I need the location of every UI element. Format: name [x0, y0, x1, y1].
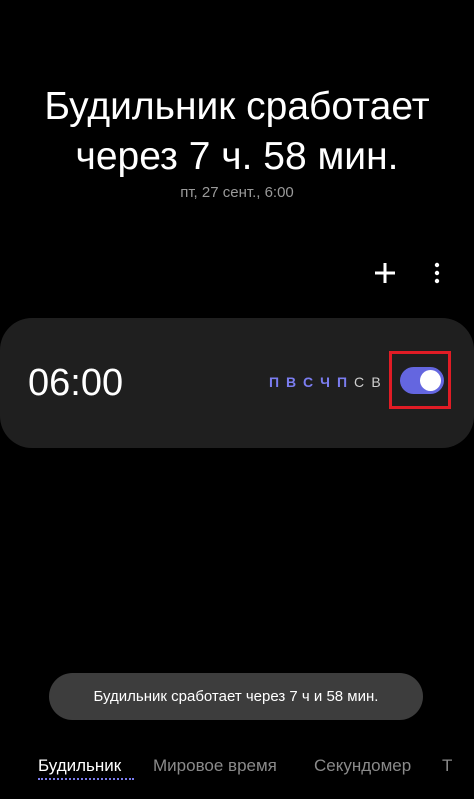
add-alarm-button[interactable] [370, 256, 400, 290]
weekday-mon: П [268, 374, 281, 390]
plus-icon [375, 263, 395, 283]
toast-message: Будильник сработает через 7 ч и 58 мин. [49, 673, 423, 720]
alarm-time: 06:00 [28, 362, 124, 404]
more-vert-icon [434, 262, 440, 284]
tab-alarm[interactable]: Будильник [38, 756, 121, 776]
toolbar [370, 256, 452, 290]
tab-stopwatch[interactable]: Секундомер [314, 756, 411, 776]
weekday-fri: П [336, 374, 349, 390]
next-alarm-date: пт, 27 сент., 6:00 [180, 184, 294, 201]
weekday-tue: В [285, 374, 298, 390]
alarm-enabled-toggle[interactable] [400, 367, 444, 394]
weekday-sat: С [353, 374, 366, 390]
alarm-card[interactable]: 06:00 П В С Ч П С В [0, 318, 474, 448]
weekday-sun: В [371, 374, 382, 390]
tab-timer[interactable]: Т [442, 756, 452, 776]
bottom-tabs: Будильник Мировое время Секундомер Т [0, 752, 474, 792]
active-tab-indicator [38, 778, 134, 780]
alarm-weekdays: П В С Ч П С В [268, 374, 383, 390]
countdown-line-1: Будильник сработает [44, 85, 430, 128]
more-options-button[interactable] [422, 256, 452, 290]
countdown-line-2: через 7 ч. 58 мин. [75, 135, 399, 178]
weekday-thu: Ч [320, 374, 331, 390]
weekday-wed: С [302, 374, 315, 390]
tab-world-clock[interactable]: Мировое время [153, 756, 277, 776]
toggle-knob [420, 370, 441, 391]
alarm-countdown-title: Будильник сработает через 7 ч. 58 мин. [0, 82, 474, 182]
